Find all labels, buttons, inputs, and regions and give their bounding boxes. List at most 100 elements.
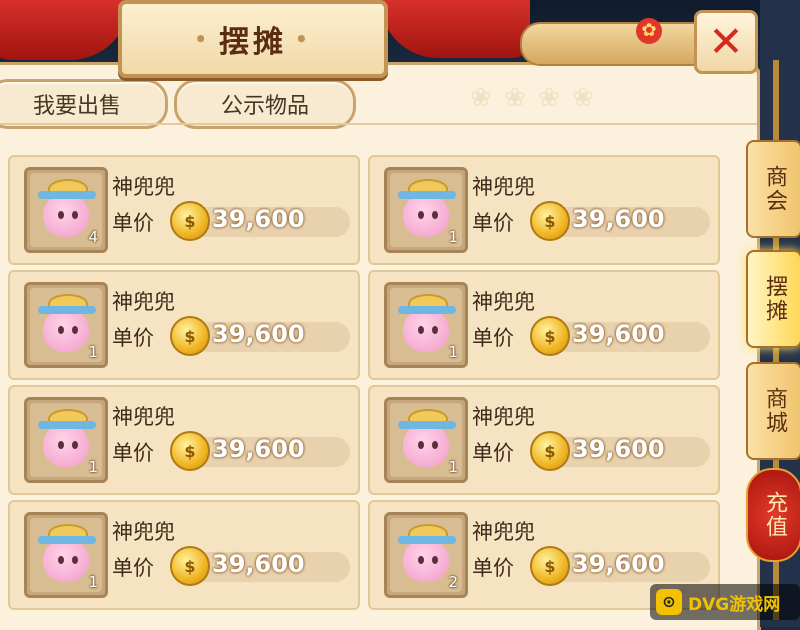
gold-coin-icon: $ [170,546,210,586]
item-price: 39,600 [212,320,305,348]
item-slot[interactable]: 1 [384,397,468,483]
item-card[interactable]: 1 神兜兜 单价 $ 39,600 [368,155,720,265]
item-quantity: 1 [88,343,98,361]
item-quantity: 4 [88,228,98,246]
close-icon: ✕ [708,17,744,66]
pouch-eye [418,441,424,449]
pouch-eye [432,441,438,449]
bag-ribbon-icon [398,306,456,314]
bag-ribbon-icon [38,421,96,429]
item-icon: 1 [30,403,102,477]
item-slot[interactable]: 1 [384,167,468,253]
item-quantity: 1 [88,458,98,476]
item-icon: 1 [390,173,462,247]
item-card[interactable]: 1 神兜兜 单价 $ 39,600 [368,270,720,380]
unit-price-label: 单价 [112,441,154,465]
item-icon: 1 [30,518,102,592]
item-price: 39,600 [572,320,665,348]
item-card[interactable]: 1 神兜兜 单价 $ 39,600 [8,270,360,380]
gold-coin-icon: $ [530,546,570,586]
chinese-knot-icon: ✿ [636,18,662,44]
pouch-eye [58,326,64,334]
item-card[interactable]: 1 神兜兜 单价 $ 39,600 [8,500,360,610]
item-name: 神兜兜 [472,290,535,314]
item-name: 神兜兜 [112,290,175,314]
side-tab-mall[interactable]: 商城 [746,362,800,460]
bag-ribbon-icon [38,536,96,544]
pink-pouch-icon [403,423,449,467]
gold-coin-icon: $ [530,431,570,471]
pink-pouch-icon [43,423,89,467]
item-card[interactable]: 1 神兜兜 单价 $ 39,600 [8,385,360,495]
pouch-eye [418,556,424,564]
tab-public-items[interactable]: 公示物品 [174,79,356,129]
item-quantity: 1 [448,228,458,246]
item-quantity: 1 [88,573,98,591]
bag-ribbon-icon [38,191,96,199]
pouch-eye [72,556,78,564]
item-price: 39,600 [212,550,305,578]
item-price: 39,600 [212,435,305,463]
unit-price-label: 单价 [472,441,514,465]
close-button[interactable]: ✕ [694,10,758,74]
pink-pouch-icon [43,193,89,237]
pouch-eye [432,326,438,334]
pouch-eye [58,441,64,449]
item-icon: 2 [390,518,462,592]
bag-ribbon-icon [398,536,456,544]
item-icon: 4 [30,173,102,247]
item-slot[interactable]: 2 [384,512,468,598]
gold-coin-icon: $ [170,316,210,356]
pouch-eye [418,326,424,334]
bag-ribbon-icon [398,191,456,199]
pouch-eye [72,211,78,219]
unit-price-label: 单价 [472,211,514,235]
item-name: 神兜兜 [112,405,175,429]
item-slot[interactable]: 1 [24,512,108,598]
background-decoration: ❀ ❀ ❀ ❀ [470,83,596,113]
item-name: 神兜兜 [472,175,535,199]
pink-pouch-icon [403,308,449,352]
unit-price-label: 单价 [472,326,514,350]
unit-price-label: 单价 [112,556,154,580]
item-quantity: 1 [448,458,458,476]
tab-sell[interactable]: 我要出售 [0,79,168,129]
gold-coin-icon: $ [530,201,570,241]
divider [0,123,757,125]
title-text: 摆摊 [219,25,287,60]
item-price: 39,600 [572,550,665,578]
gold-coin-icon: $ [170,201,210,241]
page-title: • 摆摊 • [118,0,388,78]
unit-price-label: 单价 [112,326,154,350]
item-name: 神兜兜 [112,175,175,199]
unit-price-label: 单价 [472,556,514,580]
item-card[interactable]: 4 神兜兜 单价 $ 39,600 [8,155,360,265]
item-price: 39,600 [212,205,305,233]
site-watermark: ⊙ DVG游戏网 [650,584,800,620]
pouch-eye [432,556,438,564]
pouch-eye [432,211,438,219]
pouch-eye [72,441,78,449]
bag-ribbon-icon [38,306,96,314]
side-tab-recharge[interactable]: 充值 [746,468,800,562]
side-tab-guild[interactable]: 商会 [746,140,800,238]
item-slot[interactable]: 1 [24,282,108,368]
item-card[interactable]: 1 神兜兜 单价 $ 39,600 [368,385,720,495]
pink-pouch-icon [43,538,89,582]
item-slot[interactable]: 4 [24,167,108,253]
item-price: 39,600 [572,435,665,463]
item-slot[interactable]: 1 [24,397,108,483]
gold-coin-icon: $ [530,316,570,356]
item-quantity: 1 [448,343,458,361]
pouch-eye [58,211,64,219]
side-tab-stall[interactable]: 摆摊 [746,250,800,348]
watermark-logo-icon: ⊙ [656,589,682,615]
item-name: 神兜兜 [472,520,535,544]
gold-coin-icon: $ [170,431,210,471]
pouch-eye [72,326,78,334]
item-quantity: 2 [448,573,458,591]
item-slot[interactable]: 1 [384,282,468,368]
item-icon: 1 [390,403,462,477]
bag-ribbon-icon [398,421,456,429]
watermark-text: DVG游戏网 [688,594,781,615]
